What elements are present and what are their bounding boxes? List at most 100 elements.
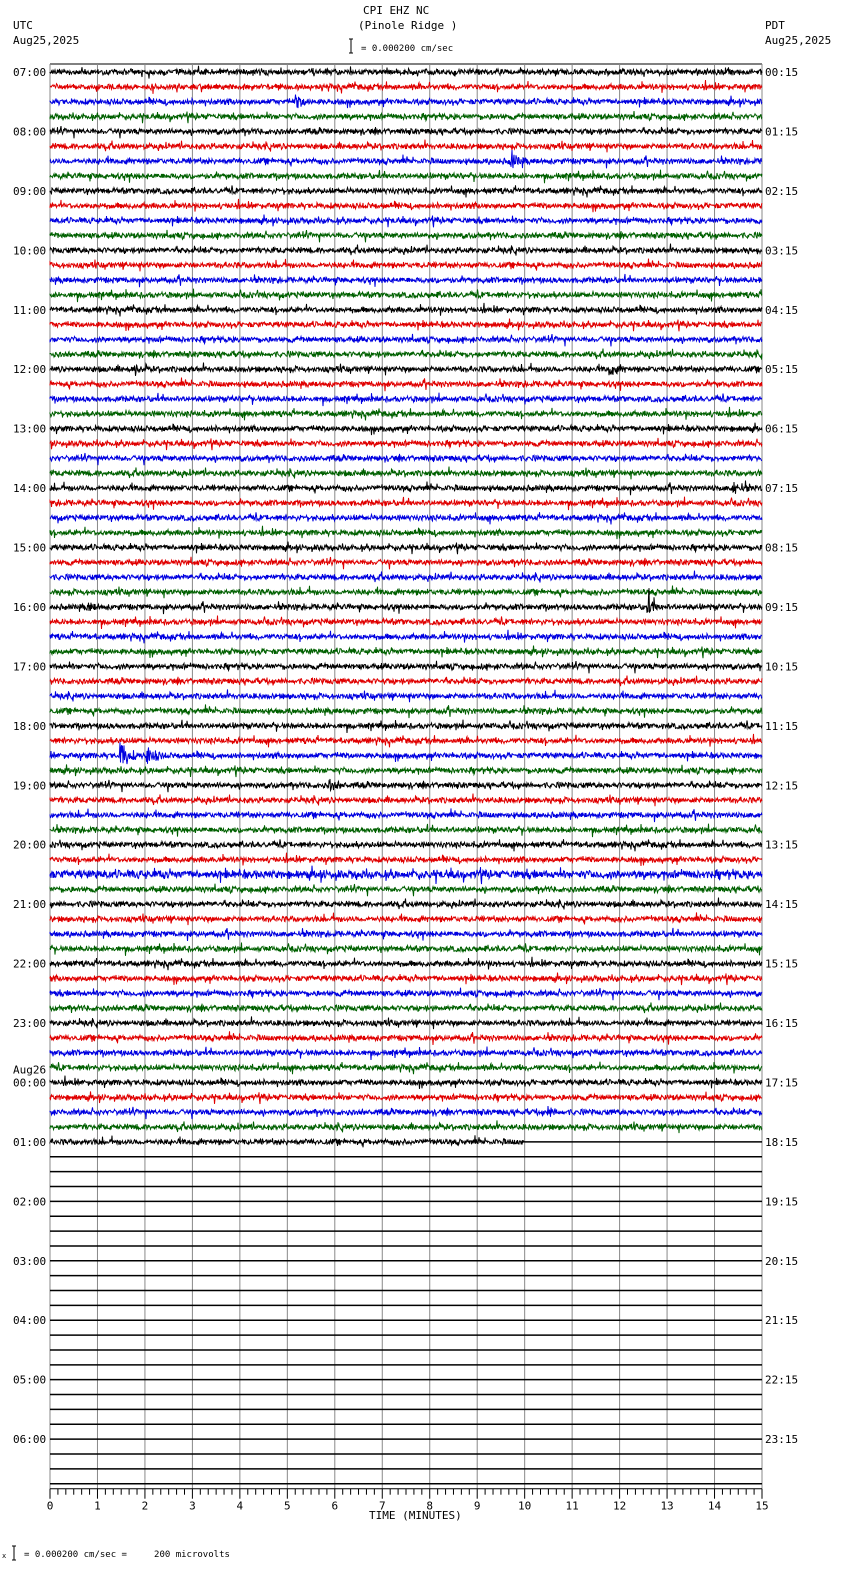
seismic-trace [49,1002,763,1014]
utc-hour-label: 06:00 [13,1433,46,1446]
seismic-trace [49,1061,763,1075]
pdt-hour-label: 15:15 [765,958,798,971]
utc-hour-label: 11:00 [13,304,46,317]
seismic-trace [49,377,763,392]
seismic-trace [49,198,763,213]
seismic-trace [49,452,763,466]
seismic-trace [49,525,763,540]
pdt-hour-label: 13:15 [765,839,798,852]
pdt-hour-label: 05:15 [765,363,798,376]
seismic-trace [49,838,763,852]
x-tick-label: 4 [237,1500,244,1513]
seismic-trace [49,149,763,169]
seismic-trace [49,480,763,496]
pdt-hour-label: 04:15 [765,304,798,317]
seismic-trace [49,466,763,480]
utc-hour-label: 00:00 [13,1076,46,1089]
utc-hour-label: 18:00 [13,720,46,733]
x-tick-label: 10 [518,1500,531,1513]
seismic-trace [49,139,763,153]
seismic-trace [49,273,763,288]
seismic-trace [49,1120,763,1134]
pdt-hour-label: 03:15 [765,244,798,257]
seismic-trace [49,1046,763,1061]
utc-hour-label: 03:00 [13,1255,46,1268]
x-tick-label: 7 [379,1500,386,1513]
x-tick-label: 14 [708,1500,722,1513]
seismic-trace [49,733,763,748]
seismic-trace [49,1075,763,1089]
seismic-trace [49,110,763,124]
seismic-trace [49,808,763,823]
seismic-trace [49,243,763,256]
seismic-trace [49,392,763,407]
x-tick-label: 8 [426,1500,433,1513]
seismic-trace [49,1105,763,1120]
seismic-trace [49,570,763,583]
pdt-hour-label: 16:15 [765,1017,798,1030]
x-tick-label: 0 [47,1500,54,1513]
utc-hour-label: 08:00 [13,125,46,138]
x-tick-label: 12 [613,1500,626,1513]
utc-hour-label: 01:00 [13,1136,46,1149]
utc-hour-label: 02:00 [13,1195,46,1208]
utc-hour-label: 20:00 [13,839,46,852]
seismic-trace [49,719,763,734]
seismic-trace [49,883,763,897]
seismic-trace [49,865,763,885]
seismic-trace [49,333,763,347]
utc-hour-label: 17:00 [13,660,46,673]
x-tick-label: 15 [755,1500,768,1513]
utc-hour-label: 09:00 [13,185,46,198]
seismic-trace [49,615,763,630]
pdt-hour-label: 00:15 [765,66,798,79]
seismic-trace [49,972,763,986]
utc-hour-label: 14:00 [13,482,46,495]
seismic-trace [49,348,763,360]
seismic-trace [49,258,763,272]
seismic-trace [49,689,763,703]
seismic-trace [49,1091,763,1105]
seismic-trace [49,585,763,599]
pdt-hour-label: 17:15 [765,1076,798,1089]
seismic-trace [49,288,763,303]
pdt-hour-label: 01:15 [765,125,798,138]
pdt-hour-label: 12:15 [765,779,798,792]
seismic-trace [49,362,763,376]
footer-scale-bar-icon [12,1545,16,1561]
seismic-trace [49,169,763,184]
pdt-hour-label: 09:15 [765,601,798,614]
pdt-hour-label: 23:15 [765,1433,798,1446]
seismic-trace [49,793,763,807]
pdt-hour-label: 21:15 [765,1314,798,1327]
seismic-trace [49,229,763,243]
seismic-trace [49,942,763,956]
seismic-trace [49,126,763,139]
pdt-hour-label: 20:15 [765,1255,798,1268]
pdt-hour-label: 14:15 [765,898,798,911]
pdt-hour-label: 22:15 [765,1374,798,1387]
x-tick-label: 1 [94,1500,101,1513]
utc-hour-label: 16:00 [13,601,46,614]
seismic-trace [49,511,763,525]
utc-hour-label: 12:00 [13,363,46,376]
seismic-trace [49,302,763,317]
seismic-trace [49,422,763,436]
pdt-hour-label: 02:15 [765,185,798,198]
seismic-trace [49,660,763,674]
utc-hour-label: 21:00 [13,898,46,911]
seismic-trace [49,987,763,1001]
seismic-trace [49,437,763,451]
scale-bar-icon [349,38,353,54]
pdt-hour-label: 10:15 [765,660,798,673]
pdt-hour-label: 06:15 [765,423,798,436]
seismic-trace [49,629,763,644]
x-tick-label: 3 [189,1500,196,1513]
seismic-trace [49,852,763,867]
utc-hour-label: 07:00 [13,66,46,79]
x-tick-label: 9 [474,1500,481,1513]
seismic-trace [49,897,763,910]
x-tick-label: 6 [331,1500,338,1513]
seismic-trace [49,1031,763,1046]
seismic-trace [49,541,763,555]
